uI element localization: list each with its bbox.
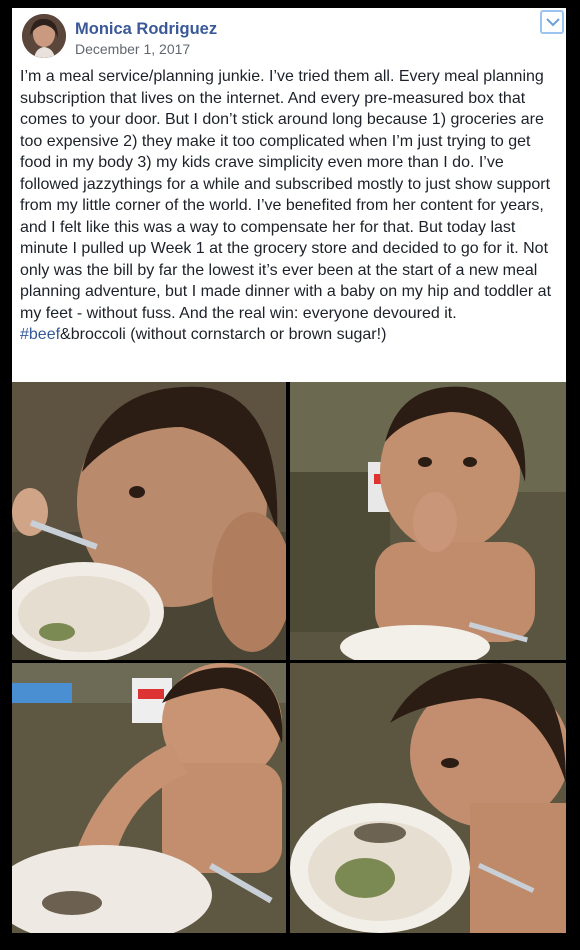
- post-text-tail: &broccoli (without cornstarch or brown s…: [60, 326, 387, 343]
- author-avatar[interactable]: [22, 14, 66, 58]
- author-name[interactable]: Monica Rodriguez: [75, 20, 217, 39]
- post-card: Monica Rodriguez December 1, 2017 I’m a …: [12, 8, 566, 382]
- photo-3[interactable]: [12, 663, 286, 933]
- post-options-button[interactable]: [540, 10, 564, 34]
- post-body: I’m a meal service/planning junkie. I’ve…: [20, 66, 560, 346]
- chevron-down-icon: [546, 18, 560, 27]
- photo-2[interactable]: [290, 382, 566, 660]
- hashtag-link[interactable]: #beef: [20, 326, 60, 343]
- photo-1[interactable]: [12, 382, 286, 660]
- photo-4[interactable]: [290, 663, 566, 933]
- post-date[interactable]: December 1, 2017: [75, 41, 190, 57]
- post-text-main: I’m a meal service/planning junkie. I’ve…: [20, 68, 552, 322]
